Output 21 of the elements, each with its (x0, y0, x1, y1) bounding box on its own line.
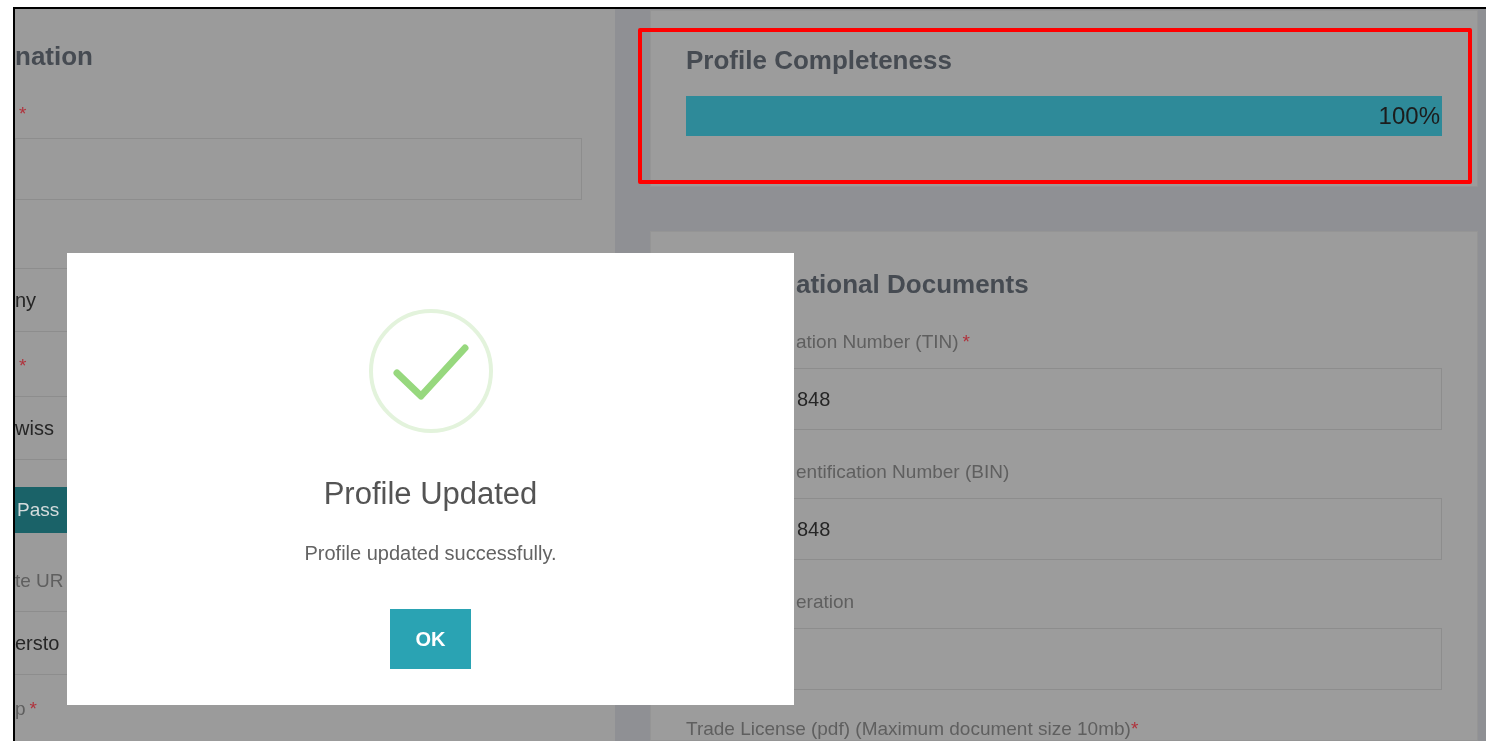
field-label: eration (796, 590, 856, 614)
field-value: ersto (15, 631, 60, 655)
card-title: ational Documents (796, 268, 1030, 300)
password-button[interactable]: Pass (15, 487, 67, 533)
field-label: p * (15, 697, 38, 721)
field-label: * (18, 102, 28, 126)
field-label: te UR (15, 569, 65, 593)
field-value: ny (15, 288, 37, 312)
field-label: * (18, 354, 28, 378)
dialog-title: Profile Updated (323, 476, 538, 512)
dialog-message: Profile updated successfully. (304, 542, 557, 565)
progress-reading: 100% (1378, 102, 1441, 130)
section-heading: nation (15, 40, 94, 72)
field-label: ation Number (TIN) * (796, 330, 971, 354)
field-label: Trade License (pdf) (Maximum document size 10mb)* (686, 718, 1140, 740)
field-label: entification Number (BIN) (796, 460, 1011, 484)
input-field[interactable] (15, 138, 582, 200)
card-title: Profile Completeness (686, 44, 953, 76)
field-value: wiss (15, 416, 54, 440)
check-icon (367, 308, 494, 434)
ok-button[interactable]: OK (390, 609, 471, 669)
